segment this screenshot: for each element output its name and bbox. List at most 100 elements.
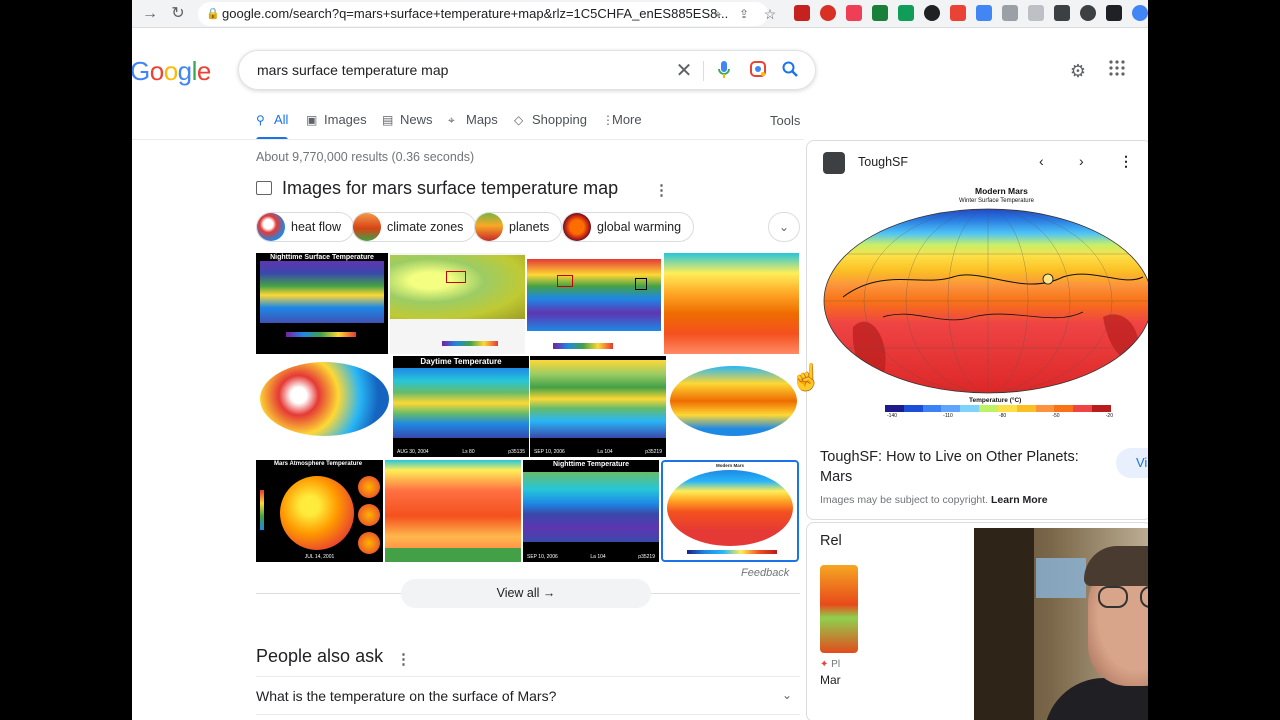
image-result[interactable]: SEP 10, 2006 La 104 p35219 [530, 356, 666, 457]
tab-maps[interactable]: ⌖ Maps [448, 112, 498, 140]
planet-image [280, 476, 354, 550]
gmail-extension-icon[interactable] [794, 5, 810, 21]
color-scale [260, 490, 264, 530]
image-result[interactable] [390, 253, 525, 354]
image-result[interactable] [527, 253, 661, 354]
tab-all[interactable]: ⚲ All [256, 112, 289, 140]
images-heading[interactable]: Images for mars surface temperature map [256, 178, 618, 199]
search-box[interactable]: mars surface temperature map ✕ [238, 50, 816, 90]
image-result[interactable]: Nighttime Temperature SEP 10, 2006 La 104… [523, 460, 659, 562]
extension-green-icon[interactable] [898, 5, 914, 21]
extension-circle-icon[interactable] [1080, 5, 1096, 21]
chip-thumbnail [257, 213, 285, 241]
image-caption: Modern Mars [715, 463, 744, 468]
related-heading: Rel [820, 533, 842, 549]
image-caption: Nighttime Temperature [552, 461, 630, 468]
image-result[interactable]: Mars Atmosphere Temperature JUL 14, 2001 [256, 460, 383, 562]
people-also-ask-heading: People also ask [256, 646, 384, 666]
next-arrow-icon[interactable]: › [1079, 153, 1084, 169]
more-options-icon[interactable]: ⋮ [1119, 153, 1133, 170]
image-result[interactable] [385, 460, 521, 562]
sidebar-toggle-icon[interactable] [1106, 5, 1122, 21]
download-extension-icon[interactable] [872, 5, 888, 21]
map-image [260, 261, 384, 323]
tools-button[interactable]: Tools [770, 113, 800, 128]
legend-strip [385, 548, 521, 562]
tab-shopping[interactable]: ◇ Shopping [514, 112, 587, 140]
bookmark-star-icon[interactable]: ☆ [760, 4, 780, 24]
image-result[interactable]: Daytime Temperature AUG 30, 2004 Ls 80 p35… [393, 356, 529, 457]
image-result-selected[interactable]: Modern Mars [661, 460, 799, 562]
map-subtitle: Winter Surface Temperature [959, 198, 1034, 204]
source-name[interactable]: ToughSF [858, 155, 908, 169]
related-image[interactable] [820, 565, 858, 653]
chip-climate-zones[interactable]: climate zones [352, 212, 477, 242]
visit-button[interactable]: Vis [1116, 448, 1148, 478]
search-icon[interactable] [779, 60, 801, 82]
location-icon[interactable]: ⌖ [708, 4, 728, 24]
map-pin-icon: ⌖ [448, 113, 455, 127]
result-stats: About 9,770,000 results (0.36 seconds) [256, 150, 475, 164]
paa-divider [256, 676, 800, 677]
chip-planets[interactable]: planets [474, 212, 563, 242]
forward-arrow-icon[interactable]: → [140, 4, 160, 24]
paa-divider [256, 714, 800, 715]
search-divider [703, 61, 704, 81]
image-footer: AUG 30, 2004 Ls 80 p35135 [397, 449, 525, 455]
hand-cursor-icon: ☝ [790, 362, 823, 392]
learn-more-link[interactable]: Learn More [991, 494, 1048, 506]
lens-camera-icon[interactable] [747, 60, 769, 82]
chips-expand-button[interactable]: ⌄ [768, 212, 800, 242]
map-image [527, 259, 661, 331]
shield-extension-icon[interactable] [1028, 5, 1044, 21]
images-more-options-icon[interactable]: ⋮ [654, 181, 669, 199]
reload-icon[interactable]: ↻ [168, 4, 188, 24]
map-image [667, 470, 793, 546]
preview-title-link[interactable]: ToughSF: How to Live on Other Planets: M… [820, 447, 1112, 487]
previous-arrow-icon[interactable]: ‹ [1039, 153, 1044, 169]
map-image [260, 362, 389, 436]
profile-avatar-icon[interactable] [1132, 5, 1148, 21]
temperature-map-image[interactable] [823, 207, 1148, 395]
view-all-button[interactable]: View all → [401, 579, 651, 608]
search-input[interactable]: mars surface temperature map [257, 62, 448, 78]
share-icon[interactable]: ⇪ [734, 4, 754, 24]
google-logo[interactable]: Google [132, 56, 211, 87]
webcam-overlay [974, 528, 1148, 720]
tab-more[interactable]: ⋮More [602, 112, 642, 140]
apps-grid-icon[interactable] [1106, 60, 1128, 82]
image-result[interactable] [668, 356, 799, 457]
tabs-divider [132, 139, 804, 140]
extension-iq-icon[interactable] [950, 5, 966, 21]
image-result[interactable] [256, 356, 393, 457]
arrow-right-icon: → [542, 586, 556, 600]
dark-door-frame [974, 528, 1034, 720]
settings-gear-icon[interactable]: ⚙ [1067, 60, 1089, 82]
translate-extension-icon[interactable] [976, 5, 992, 21]
image-result[interactable] [664, 253, 799, 354]
reader-extension-icon[interactable] [1002, 5, 1018, 21]
tab-news[interactable]: ▤ News [382, 112, 433, 140]
chevron-down-icon[interactable]: ⌄ [782, 688, 792, 702]
paa-more-options-icon[interactable]: ⋮ [396, 650, 411, 668]
extension-red-icon[interactable] [820, 5, 836, 21]
region-marker [557, 275, 573, 287]
clear-icon[interactable]: ✕ [673, 60, 695, 82]
paa-question[interactable]: What is the temperature on the surface o… [256, 688, 556, 704]
address-bar[interactable]: 🔒 google.com/search?q=mars+surface+tempe… [198, 2, 768, 26]
chip-global-warming[interactable]: global warming [562, 212, 695, 242]
news-icon: ▤ [382, 113, 394, 127]
image-result[interactable]: Nighttime Surface Temperature [256, 253, 388, 354]
microphone-icon[interactable] [713, 60, 735, 82]
feedback-link[interactable]: Feedback [741, 567, 789, 579]
related-title[interactable]: Mar [820, 673, 841, 687]
puzzle-extensions-icon[interactable] [1054, 5, 1070, 21]
related-source: ✦ Pl [820, 659, 841, 670]
extension-dark-icon[interactable] [924, 5, 940, 21]
pocket-extension-icon[interactable] [846, 5, 862, 21]
chip-heat-flow[interactable]: heat flow [256, 212, 355, 242]
chip-thumbnail [353, 213, 381, 241]
source-favicon-icon: ✦ [820, 659, 829, 670]
tab-images[interactable]: ▣ Images [306, 112, 367, 140]
color-scale [687, 550, 777, 554]
